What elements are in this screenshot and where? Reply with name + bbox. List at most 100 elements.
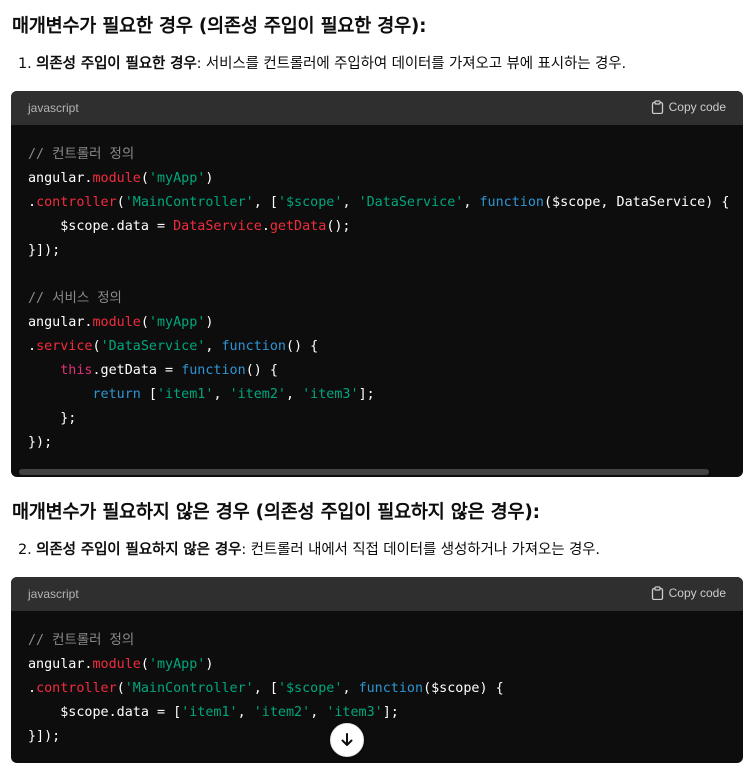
code-line: }]); (28, 239, 743, 263)
code-block-header: javascript Copy code (11, 577, 743, 611)
list-item-2: 2. 의존성 주입이 필요하지 않은 경우: 컨트롤러 내에서 직접 데이터를 … (18, 538, 600, 559)
code-token: 'item1' (157, 387, 214, 402)
code-token: module (92, 657, 141, 672)
arrow-down-icon (341, 733, 353, 746)
code-token: . (28, 339, 37, 354)
code-token: ( (116, 195, 125, 210)
code-token: ($scope, DataService) { (544, 195, 730, 210)
code-token: ) (205, 657, 214, 672)
code-line: // 서비스 정의 (28, 287, 743, 311)
code-token: function (358, 681, 424, 696)
code-token: 'MainController' (124, 195, 254, 210)
code-token: angular. (28, 315, 93, 330)
code-token: ( (116, 681, 125, 696)
code-token: module (92, 171, 141, 186)
code-token: , (310, 705, 327, 720)
code-token: 'myApp' (148, 171, 206, 186)
copy-code-label: Copy code (668, 100, 726, 114)
code-token: ]; (382, 705, 399, 720)
copy-code-button[interactable]: Copy code (651, 586, 726, 600)
code-token: , [ (253, 681, 278, 696)
code-content: // 컨트롤러 정의 angular.module('myApp') .contro… (11, 611, 743, 749)
code-block-2: javascript Copy code // 컨트롤러 정의 angular.m… (11, 577, 743, 763)
code-block-header: javascript Copy code (11, 91, 743, 125)
code-line: $scope.data = ['item1', 'item2', 'item3'… (28, 701, 743, 725)
list-number: 1. (18, 56, 32, 72)
code-line: return ['item1', 'item2', 'item3']; (28, 383, 743, 407)
code-token: 'item3' (302, 387, 359, 402)
code-token: .getData = (92, 363, 182, 378)
code-token: , (342, 195, 359, 210)
code-token: 'DataService' (100, 339, 206, 354)
code-token: service (36, 339, 93, 354)
code-token: [ (140, 387, 157, 402)
code-token: controller (36, 681, 117, 696)
clipboard-icon (651, 586, 663, 600)
code-token: ) (205, 315, 214, 330)
code-line: // 컨트롤러 정의 (28, 629, 743, 653)
code-line: $scope.data = DataService.getData(); (28, 215, 743, 239)
list-item-text: : 컨트롤러 내에서 직접 데이터를 생성하거나 가져오는 경우. (241, 542, 600, 558)
code-language-label: javascript (28, 101, 79, 115)
code-line: .controller('MainController', ['$scope',… (28, 677, 743, 701)
section-heading-2: 매개변수가 필요하지 않은 경우 (의존성 주입이 필요하지 않은 경우): (12, 502, 540, 523)
code-content: // 컨트롤러 정의 angular.module('myApp') .contro… (11, 125, 743, 455)
code-language-label: javascript (28, 587, 79, 601)
scroll-to-bottom-button[interactable] (330, 723, 364, 757)
code-token: function (479, 195, 545, 210)
code-token: // 컨트롤러 정의 (28, 633, 135, 648)
code-line: }; (28, 407, 743, 431)
list-number: 2. (18, 542, 32, 558)
code-line: }]); (28, 725, 743, 749)
list-item-bold: 의존성 주입이 필요한 경우 (36, 56, 197, 72)
code-token: ( (140, 657, 149, 672)
code-token: this (60, 363, 93, 378)
code-token: , (213, 387, 230, 402)
code-token: 'MainController' (124, 681, 254, 696)
code-line: .service('DataService', function() { (28, 335, 743, 359)
code-token: ( (140, 171, 149, 186)
code-token: angular. (28, 171, 93, 186)
clipboard-icon (651, 100, 663, 114)
code-token: getData (269, 219, 327, 234)
code-token: function (221, 339, 287, 354)
code-token: '$scope' (277, 195, 343, 210)
code-token: , (342, 681, 359, 696)
list-item-text: : 서비스를 컨트롤러에 주입하여 데이터를 가져오고 뷰에 표시하는 경우. (196, 56, 626, 72)
code-line: angular.module('myApp') (28, 311, 743, 335)
code-token: 'item1' (181, 705, 238, 720)
list-item-1: 1. 의존성 주입이 필요한 경우: 서비스를 컨트롤러에 주입하여 데이터를 … (18, 52, 626, 73)
code-token: , (463, 195, 480, 210)
code-token: module (92, 315, 141, 330)
code-token: ( (140, 315, 149, 330)
code-block-1: javascript Copy code // 컨트롤러 정의 angular.m… (11, 91, 743, 477)
code-token: angular. (28, 657, 93, 672)
code-token: 'myApp' (148, 315, 206, 330)
code-token: 'item3' (326, 705, 383, 720)
code-token: }]); (28, 243, 61, 258)
list-item-bold: 의존성 주입이 필요하지 않은 경우 (36, 542, 242, 558)
code-token: () { (286, 339, 319, 354)
code-line: // 컨트롤러 정의 (28, 143, 743, 167)
section-heading-1: 매개변수가 필요한 경우 (의존성 주입이 필요한 경우): (12, 16, 427, 37)
code-token: , [ (253, 195, 278, 210)
code-line: }); (28, 431, 743, 455)
code-line: angular.module('myApp') (28, 167, 743, 191)
code-token: , (237, 705, 254, 720)
code-token: (); (326, 219, 351, 234)
copy-code-button[interactable]: Copy code (651, 100, 726, 114)
code-token: ($scope) { (423, 681, 504, 696)
code-token: '$scope' (277, 681, 343, 696)
code-token: $scope.data = [ (28, 705, 182, 720)
code-token: ]; (358, 387, 375, 402)
horizontal-scrollbar[interactable] (19, 469, 709, 475)
code-token: ) (205, 171, 214, 186)
code-line: this.getData = function() { (28, 359, 743, 383)
code-token: $scope.data = (28, 219, 174, 234)
code-line: angular.module('myApp') (28, 653, 743, 677)
code-token: 'DataService' (358, 195, 464, 210)
code-token: ( (92, 339, 101, 354)
